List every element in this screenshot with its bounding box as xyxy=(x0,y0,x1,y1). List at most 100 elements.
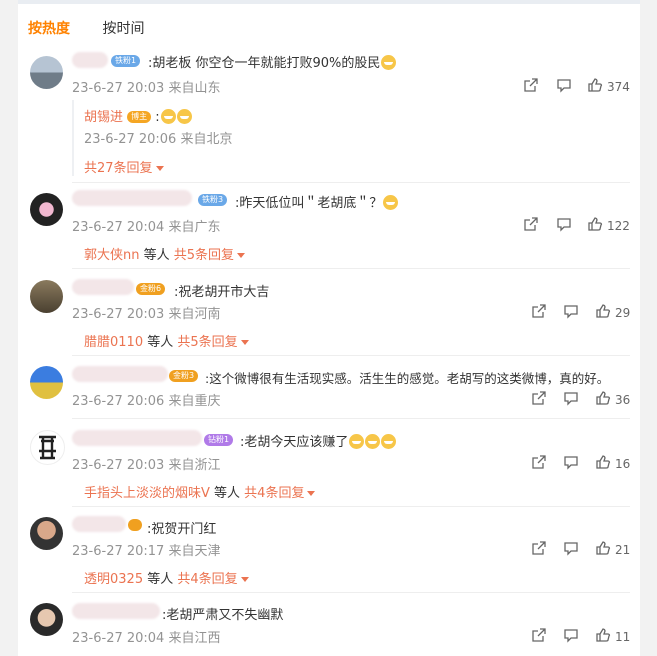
thumbs-up-icon xyxy=(587,77,603,96)
emoji-icon xyxy=(349,434,365,449)
like-button[interactable]: 11 xyxy=(595,627,630,646)
like-count: 11 xyxy=(615,629,631,644)
share-button[interactable] xyxy=(531,627,547,646)
share-button[interactable] xyxy=(531,454,547,473)
divider xyxy=(72,268,630,269)
divider xyxy=(72,182,630,183)
like-button[interactable]: 16 xyxy=(595,454,630,473)
username-blurred[interactable] xyxy=(72,516,126,532)
more-replies[interactable]: 共27条回复 xyxy=(84,157,164,176)
sort-by-time-tab[interactable]: 按时间 xyxy=(102,21,144,37)
reply-button[interactable] xyxy=(556,216,572,235)
comment-icon xyxy=(563,390,579,409)
like-button[interactable]: 21 xyxy=(595,540,630,559)
fan-badge: 铁粉1 xyxy=(111,55,141,67)
comment-meta: 23-6-27 20:03 来自河南 xyxy=(72,307,221,322)
divider xyxy=(72,355,630,356)
replies-summary[interactable]: 腊腊0110 等人 共5条回复 xyxy=(84,331,249,350)
comment-icon xyxy=(563,540,579,559)
reply-button[interactable] xyxy=(556,77,572,96)
share-icon xyxy=(531,627,547,646)
thumbs-up-icon xyxy=(595,454,611,473)
share-icon xyxy=(531,454,547,473)
thumbs-up-icon xyxy=(595,390,611,409)
reply-button[interactable] xyxy=(563,627,579,646)
username-blurred[interactable] xyxy=(72,603,160,619)
avatar[interactable] xyxy=(30,603,63,636)
avatar[interactable] xyxy=(30,56,63,89)
chevron-down-icon xyxy=(237,253,246,258)
fan-badge: 金粉6 xyxy=(136,283,166,295)
reply-thread-line xyxy=(72,100,74,176)
avatar[interactable] xyxy=(30,366,63,399)
share-button[interactable] xyxy=(523,77,539,96)
author-tag: 博主 xyxy=(127,111,152,123)
sub-reply: 胡锡进 博主 : xyxy=(84,106,192,125)
reply-button[interactable] xyxy=(563,390,579,409)
emoji-icon xyxy=(365,434,381,449)
share-icon xyxy=(531,390,547,409)
comment-meta: 23-6-27 20:04 来自广东 xyxy=(72,220,221,235)
comment-text: :胡老板 你空仓一年就能打败90%的股民 xyxy=(148,52,397,71)
avatar[interactable] xyxy=(30,517,63,550)
emoji-icon xyxy=(176,109,192,124)
avatar[interactable] xyxy=(30,193,63,226)
divider xyxy=(72,592,630,593)
replies-summary[interactable]: 郭大侠nn 等人 共5条回复 xyxy=(84,244,246,263)
avatar[interactable] xyxy=(30,280,63,313)
like-count: 21 xyxy=(615,542,631,557)
share-button[interactable] xyxy=(523,216,539,235)
reply-button[interactable] xyxy=(563,454,579,473)
comment-text: :老胡今天应该赚了 xyxy=(240,431,397,450)
share-icon xyxy=(531,303,547,322)
sub-reply-name[interactable]: 胡锡进 xyxy=(84,110,123,125)
username-blurred[interactable] xyxy=(72,430,202,446)
chevron-down-icon xyxy=(240,577,249,582)
comment-meta: 23-6-27 20:17 来自天津 xyxy=(72,544,221,559)
top-strip xyxy=(18,0,640,4)
reply-button[interactable] xyxy=(563,540,579,559)
replies-summary[interactable]: 手指头上淡淡的烟味V 等人 共4条回复 xyxy=(84,482,316,501)
sub-reply-meta: 23-6-27 20:06 来自北京 xyxy=(84,132,233,147)
fan-badge: 金粉3 xyxy=(169,370,199,382)
replies-summary[interactable]: 透明0325 等人 共4条回复 xyxy=(84,568,249,587)
comment-icon xyxy=(556,216,572,235)
share-icon xyxy=(523,77,539,96)
comment-meta: 23-6-27 20:06 来自重庆 xyxy=(72,394,221,409)
like-button[interactable]: 29 xyxy=(595,303,630,322)
fan-badge: 铁粉3 xyxy=(198,194,228,206)
thumbs-up-icon xyxy=(595,540,611,559)
username-blurred[interactable] xyxy=(72,279,134,295)
like-button[interactable]: 122 xyxy=(587,216,630,235)
like-button[interactable]: 36 xyxy=(595,390,630,409)
reply-button[interactable] xyxy=(563,303,579,322)
like-count: 29 xyxy=(615,305,631,320)
username-blurred[interactable] xyxy=(72,52,108,68)
username-blurred[interactable] xyxy=(72,366,168,382)
fan-badge: 钻粉1 xyxy=(204,434,234,446)
like-button[interactable]: 374 xyxy=(587,77,630,96)
share-button[interactable] xyxy=(531,540,547,559)
avatar[interactable] xyxy=(30,430,65,465)
comment-text: :昨天低位叫＂老胡底＂？ xyxy=(235,192,399,211)
like-count: 374 xyxy=(607,79,630,94)
comment-meta: 23-6-27 20:03 来自山东 xyxy=(72,81,221,96)
username-blurred[interactable] xyxy=(72,190,192,206)
comment-meta: 23-6-27 20:04 来自江西 xyxy=(72,631,221,646)
thumbs-up-icon xyxy=(595,303,611,322)
like-count: 16 xyxy=(615,456,631,471)
share-icon xyxy=(523,216,539,235)
comment-icon xyxy=(556,77,572,96)
emoji-icon xyxy=(383,195,399,210)
share-button[interactable] xyxy=(531,390,547,409)
comment-text: :这个微博很有生活现实感。活生生的感觉。老胡写的这类微博，真的好。 xyxy=(205,371,610,386)
comment-text: :老胡严肃又不失幽默 xyxy=(162,608,284,623)
crown-badge xyxy=(128,519,142,531)
share-icon xyxy=(531,540,547,559)
chevron-down-icon xyxy=(307,491,316,496)
share-button[interactable] xyxy=(531,303,547,322)
comment-meta: 23-6-27 20:03 来自浙江 xyxy=(72,458,221,473)
sort-by-hot-tab[interactable]: 按热度 xyxy=(28,21,70,37)
emoji-icon xyxy=(381,55,397,70)
divider xyxy=(72,506,630,507)
